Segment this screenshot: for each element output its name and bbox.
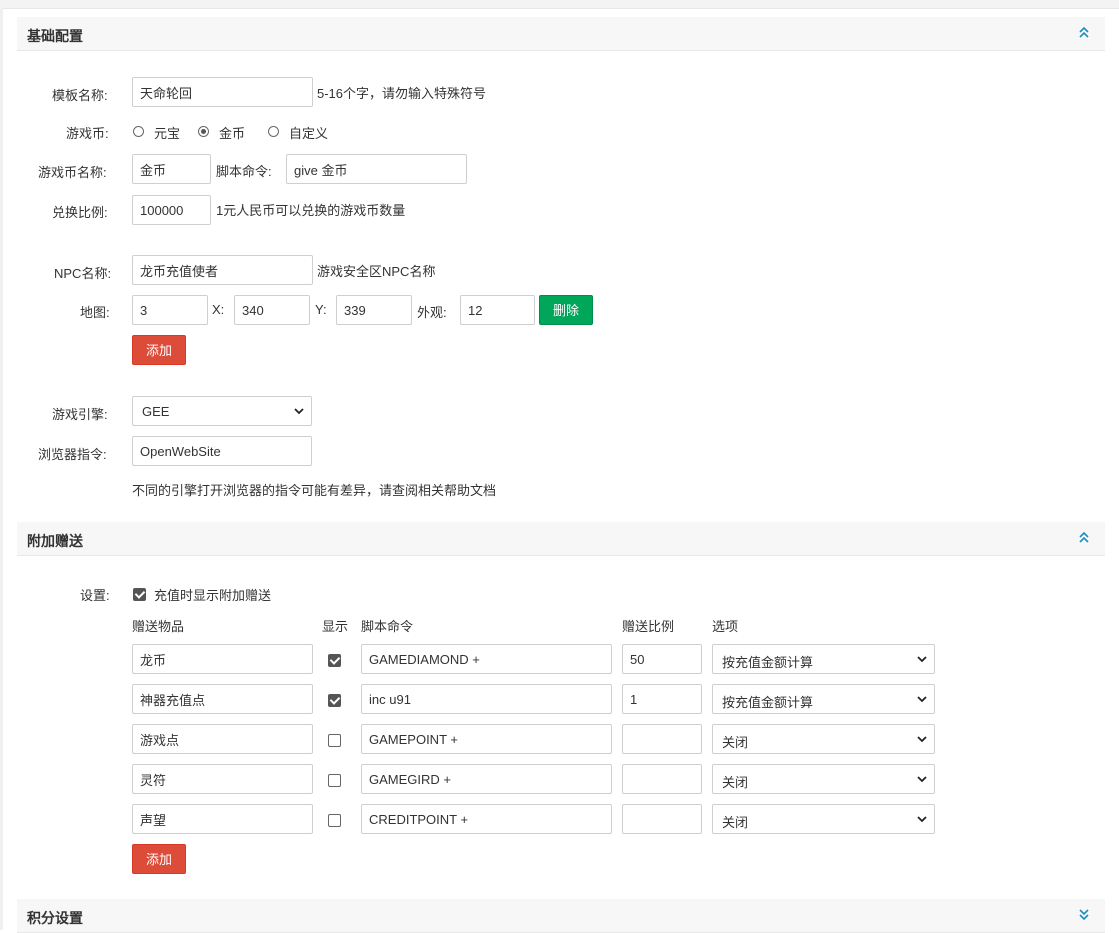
bonus-show-checkbox[interactable]	[328, 734, 341, 747]
browser-cmd-input[interactable]	[132, 436, 312, 466]
radio-custom-label[interactable]: 自定义	[289, 123, 328, 142]
npc-name-label: NPC名称:	[54, 266, 112, 281]
engine-label: 游戏引擎:	[52, 407, 108, 422]
map-input[interactable]	[132, 295, 208, 325]
exchange-ratio-label: 兑换比例:	[52, 205, 108, 220]
bonus-item-input[interactable]	[132, 724, 313, 754]
bonus-option-value: 关闭	[722, 815, 749, 830]
browser-cmd-label: 浏览器指令:	[38, 447, 107, 462]
show-on-recharge-checkbox[interactable]	[133, 588, 146, 601]
column-header-script: 脚本命令	[361, 619, 414, 634]
section-title-bonus: 附加赠送	[27, 533, 83, 549]
template-name-label: 模板名称:	[52, 88, 108, 103]
top-border	[0, 0, 1119, 9]
radio-gold-label[interactable]: 金币	[219, 123, 245, 142]
x-label: X:	[212, 302, 225, 317]
bonus-item-input[interactable]	[132, 644, 313, 674]
bonus-setting-label: 设置:	[80, 588, 110, 603]
map-label: 地图:	[80, 305, 110, 320]
look-input[interactable]	[460, 295, 535, 325]
bonus-option-select[interactable]: 按充值金额计算	[712, 644, 935, 674]
bonus-script-input[interactable]	[361, 764, 612, 794]
template-name-input[interactable]	[132, 77, 313, 107]
template-name-hint: 5-16个字，请勿输入特殊符号	[317, 86, 487, 101]
section-title-basic: 基础配置	[27, 28, 83, 44]
chevron-down-icon	[917, 736, 927, 743]
chevron-up-double-icon[interactable]	[1077, 529, 1091, 545]
bonus-ratio-input[interactable]	[622, 764, 702, 794]
chevron-down-icon	[294, 408, 304, 415]
bonus-option-value: 按充值金额计算	[722, 655, 814, 670]
radio-gold[interactable]	[198, 126, 209, 137]
bonus-show-checkbox[interactable]	[328, 774, 341, 787]
section-header-basic[interactable]: 基础配置	[17, 17, 1105, 51]
bonus-script-input[interactable]	[361, 644, 612, 674]
bonus-option-select[interactable]: 按充值金额计算	[712, 684, 935, 714]
bonus-option-value: 关闭	[722, 775, 749, 790]
script-command-input[interactable]	[286, 154, 467, 184]
chevron-down-icon	[917, 816, 927, 823]
column-header-ratio: 赠送比例	[622, 619, 675, 634]
section-title-points: 积分设置	[27, 910, 83, 926]
column-header-option: 选项	[712, 619, 739, 634]
bonus-script-input[interactable]	[361, 724, 612, 754]
exchange-ratio-input[interactable]	[132, 195, 211, 225]
bonus-script-input[interactable]	[361, 804, 612, 834]
y-label: Y:	[315, 302, 327, 317]
bonus-show-checkbox[interactable]	[328, 814, 341, 827]
section-header-bonus[interactable]: 附加赠送	[17, 522, 1105, 556]
engine-select[interactable]: GEE	[132, 396, 312, 426]
bonus-option-select[interactable]: 关闭	[712, 764, 935, 794]
radio-yuanbao[interactable]	[133, 126, 144, 137]
show-on-recharge-label[interactable]: 充值时显示附加赠送	[154, 585, 271, 604]
chevron-down-icon	[917, 776, 927, 783]
bonus-option-value: 关闭	[722, 735, 749, 750]
radio-yuanbao-label[interactable]: 元宝	[154, 123, 180, 142]
add-npc-button[interactable]: 添加	[132, 335, 186, 365]
engine-select-value: GEE	[142, 404, 170, 419]
bonus-ratio-input[interactable]	[622, 644, 702, 674]
column-header-item: 赠送物品	[132, 619, 185, 634]
left-border	[0, 8, 3, 930]
bonus-item-input[interactable]	[132, 684, 313, 714]
bonus-option-value: 按充值金额计算	[722, 695, 814, 710]
bonus-ratio-input[interactable]	[622, 804, 702, 834]
npc-name-input[interactable]	[132, 255, 313, 285]
script-command-label: 脚本命令:	[216, 164, 272, 179]
chevron-down-icon	[917, 696, 927, 703]
exchange-ratio-hint: 1元人民币可以兑换的游戏币数量	[216, 203, 406, 218]
chevron-down-double-icon[interactable]	[1077, 906, 1091, 922]
add-bonus-button[interactable]: 添加	[132, 844, 186, 874]
bonus-item-input[interactable]	[132, 764, 313, 794]
y-input[interactable]	[336, 295, 412, 325]
bonus-show-checkbox[interactable]	[328, 694, 341, 707]
section-header-points[interactable]: 积分设置	[17, 899, 1105, 933]
column-header-show: 显示	[322, 619, 349, 634]
bonus-script-input[interactable]	[361, 684, 612, 714]
chevron-up-double-icon[interactable]	[1077, 24, 1091, 40]
bonus-show-checkbox[interactable]	[328, 654, 341, 667]
bonus-ratio-input[interactable]	[622, 724, 702, 754]
bonus-option-select[interactable]: 关闭	[712, 724, 935, 754]
look-label: 外观:	[417, 305, 447, 320]
currency-name-input[interactable]	[132, 154, 211, 184]
delete-button[interactable]: 删除	[539, 295, 593, 325]
currency-label: 游戏币:	[66, 126, 109, 141]
chevron-down-icon	[917, 656, 927, 663]
currency-name-label: 游戏币名称:	[38, 165, 107, 180]
bonus-option-select[interactable]: 关闭	[712, 804, 935, 834]
browser-cmd-hint: 不同的引擎打开浏览器的指令可能有差异，请查阅相关帮助文档	[132, 483, 497, 498]
npc-name-hint: 游戏安全区NPC名称	[317, 264, 436, 279]
bonus-ratio-input[interactable]	[622, 684, 702, 714]
bonus-item-input[interactable]	[132, 804, 313, 834]
radio-custom[interactable]	[268, 126, 279, 137]
x-input[interactable]	[234, 295, 310, 325]
